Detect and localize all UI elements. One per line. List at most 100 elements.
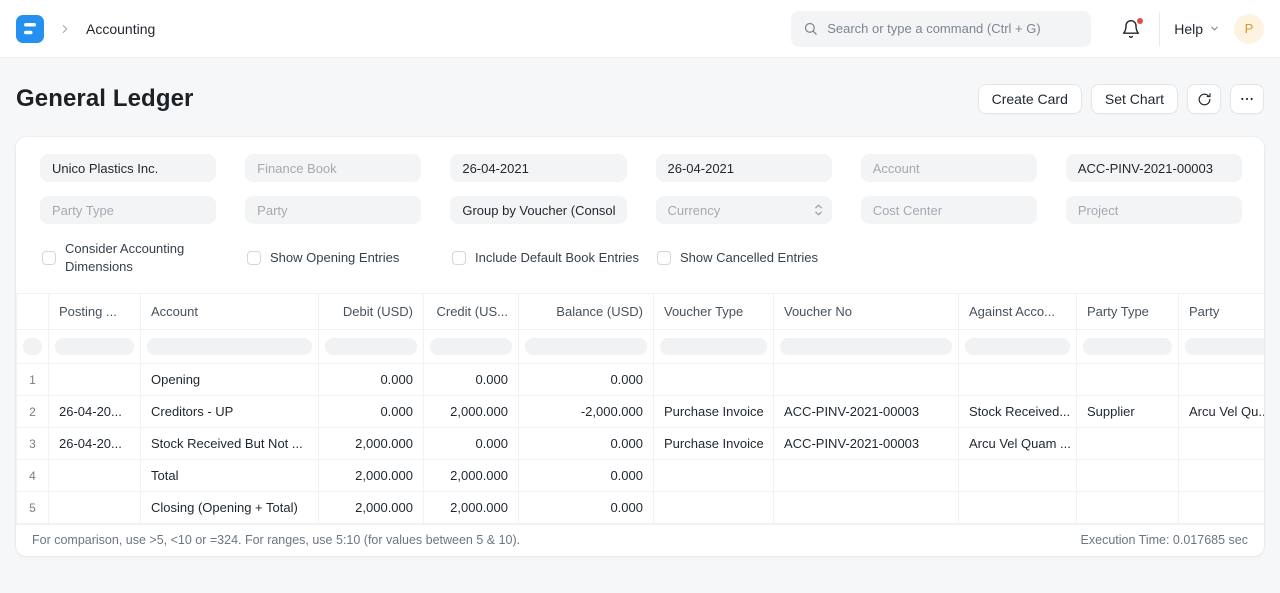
table-cell (774, 364, 959, 396)
filter-to-date-text: 26-04-2021 (668, 161, 735, 176)
column-filter-input[interactable] (1185, 338, 1264, 355)
filter-currency-text: Currency (668, 203, 721, 218)
table-row: 1Opening0.0000.0000.000 (17, 364, 1265, 396)
column-header-rownum[interactable] (17, 294, 49, 330)
table-cell (654, 492, 774, 524)
column-filter-input[interactable] (780, 338, 952, 355)
filter-account[interactable]: Account (861, 154, 1037, 182)
table-filter-row (17, 330, 1265, 364)
column-filter-input[interactable] (325, 338, 417, 355)
execution-time: Execution Time: 0.017685 sec (1081, 533, 1248, 547)
checkbox-show-cancelled-entries-box (657, 251, 671, 265)
report-table: Posting ...AccountDebit (USD)Credit (US.… (16, 293, 1264, 524)
column-filter-input[interactable] (55, 338, 134, 355)
column-filter-input[interactable] (660, 338, 767, 355)
table-cell: 0.000 (319, 364, 424, 396)
filter-finance-book-text: Finance Book (257, 161, 337, 176)
column-header-voucher-type[interactable]: Voucher Type (654, 294, 774, 330)
checkbox-include-default-book-entries[interactable]: Include Default Book Entries (452, 240, 657, 275)
column-header-party[interactable]: Party (1179, 294, 1265, 330)
table-cell (49, 460, 141, 492)
table-cell: Stock Received But Not ... (141, 428, 319, 460)
filter-cost-center[interactable]: Cost Center (861, 196, 1037, 224)
app-logo[interactable] (16, 15, 44, 43)
checkbox-consider-accounting-dimensions[interactable]: Consider Accounting Dimensions (42, 240, 247, 275)
column-header-account[interactable]: Account (141, 294, 319, 330)
table-cell (959, 492, 1077, 524)
filter-cost-center-text: Cost Center (873, 203, 942, 218)
column-filter-input[interactable] (1083, 338, 1172, 355)
column-header-debit-usd[interactable]: Debit (USD) (319, 294, 424, 330)
search-placeholder: Search or type a command (Ctrl + G) (827, 21, 1041, 36)
filter-voucher-no[interactable]: ACC-PINV-2021-00003 (1066, 154, 1242, 182)
notification-dot (1137, 18, 1143, 24)
menu-button[interactable] (1230, 84, 1264, 114)
filter-party-type-text: Party Type (52, 203, 114, 218)
filter-group-by[interactable]: Group by Voucher (Consolidated) (450, 196, 626, 224)
table-cell: Purchase Invoice (654, 396, 774, 428)
table-row: 5Closing (Opening + Total)2,000.0002,000… (17, 492, 1265, 524)
table-row: 326-04-20...Stock Received But Not ...2,… (17, 428, 1265, 460)
column-header-party-type[interactable]: Party Type (1077, 294, 1179, 330)
filter-company-text: Unico Plastics Inc. (52, 161, 158, 176)
filter-from-date[interactable]: 26-04-2021 (450, 154, 626, 182)
table-cell (1179, 492, 1265, 524)
filter-group-by-text: Group by Voucher (Consolidated) (462, 203, 614, 218)
create-card-button[interactable]: Create Card (978, 84, 1082, 114)
table-cell (1179, 364, 1265, 396)
column-filter-input[interactable] (147, 338, 312, 355)
table-cell: 0.000 (319, 396, 424, 428)
filter-account-text: Account (873, 161, 920, 176)
checkbox-show-opening-entries[interactable]: Show Opening Entries (247, 240, 452, 275)
refresh-button[interactable] (1187, 84, 1221, 114)
checkbox-include-default-book-entries-box (452, 251, 466, 265)
table-cell: 0.000 (519, 460, 654, 492)
help-menu[interactable]: Help (1174, 21, 1220, 37)
column-header-voucher-no[interactable]: Voucher No (774, 294, 959, 330)
table-cell: 0.000 (519, 364, 654, 396)
column-filter-input[interactable] (965, 338, 1070, 355)
column-header-credit-us[interactable]: Credit (US... (424, 294, 519, 330)
page-head: General Ledger Create Card Set Chart (0, 58, 1280, 137)
checkbox-show-cancelled-entries[interactable]: Show Cancelled Entries (657, 240, 862, 275)
table-cell: Creditors - UP (141, 396, 319, 428)
table-cell (959, 364, 1077, 396)
column-filter-input[interactable] (430, 338, 512, 355)
filter-project[interactable]: Project (1066, 196, 1242, 224)
table-cell: 26-04-20... (49, 428, 141, 460)
search-input[interactable]: Search or type a command (Ctrl + G) (791, 11, 1091, 47)
table-cell: 0.000 (519, 492, 654, 524)
filter-party-type[interactable]: Party Type (40, 196, 216, 224)
filter-project-text: Project (1078, 203, 1118, 218)
table-cell (774, 460, 959, 492)
refresh-icon (1197, 92, 1212, 107)
notifications-button[interactable] (1117, 15, 1145, 43)
column-header-against-acco[interactable]: Against Acco... (959, 294, 1077, 330)
filter-party-text: Party (257, 203, 287, 218)
filter-company[interactable]: Unico Plastics Inc. (40, 154, 216, 182)
table-cell (654, 364, 774, 396)
filter-section: Unico Plastics Inc. Finance Book 26-04-202… (16, 137, 1264, 293)
breadcrumb[interactable]: Accounting (86, 21, 155, 37)
column-filter-input[interactable] (525, 338, 647, 355)
table-cell: Supplier (1077, 396, 1179, 428)
column-header-balance-usd[interactable]: Balance (USD) (519, 294, 654, 330)
checkbox-show-opening-entries-box (247, 251, 261, 265)
table-cell (49, 492, 141, 524)
filter-party[interactable]: Party (245, 196, 421, 224)
filter-to-date[interactable]: 26-04-2021 (656, 154, 832, 182)
set-chart-button[interactable]: Set Chart (1091, 84, 1178, 114)
table-cell: Purchase Invoice (654, 428, 774, 460)
table-cell: ACC-PINV-2021-00003 (774, 396, 959, 428)
filter-currency[interactable]: Currency (656, 196, 832, 224)
column-header-posting[interactable]: Posting ... (49, 294, 141, 330)
erpnext-logo-icon (16, 15, 44, 43)
row-number: 5 (17, 492, 49, 524)
table-cell: Total (141, 460, 319, 492)
table-cell (959, 460, 1077, 492)
filter-finance-book[interactable]: Finance Book (245, 154, 421, 182)
column-filter-input[interactable] (23, 338, 42, 355)
table-cell (1077, 364, 1179, 396)
user-avatar[interactable]: P (1234, 14, 1264, 44)
table-row: 226-04-20...Creditors - UP0.0002,000.000… (17, 396, 1265, 428)
